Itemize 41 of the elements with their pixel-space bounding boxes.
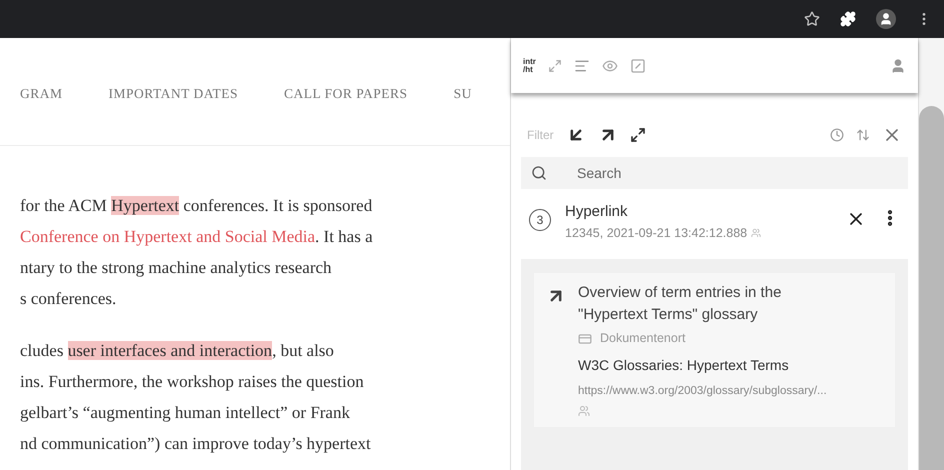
location-icon	[578, 332, 592, 346]
paragraph-line: ins. Furthermore, the workshop raises the question	[20, 371, 364, 394]
sort-icon[interactable]	[856, 128, 870, 142]
nav-link[interactable]: IMPORTANT DATES	[108, 84, 238, 104]
nav-link[interactable]: CALL FOR PAPERS	[284, 84, 408, 104]
entry-title[interactable]: Hyperlink	[565, 201, 762, 224]
user-icon[interactable]	[890, 58, 906, 74]
source-url[interactable]: https://www.w3.org/2003/glossary/subglossary/...	[578, 383, 838, 400]
profile-icon[interactable]	[876, 9, 896, 29]
paragraph-line: nd communication”) can improve today’s hypertext	[20, 433, 371, 456]
location-label: Dokumentenort	[600, 330, 686, 348]
paragraph-line: ntary to the strong machine analytics research	[20, 257, 332, 280]
users-icon	[578, 405, 590, 418]
paragraph-line: cludes user interfaces and interaction, but also	[20, 340, 334, 362]
users-icon	[751, 228, 762, 238]
bookmark-star-icon[interactable]	[804, 11, 820, 27]
clock-icon[interactable]	[830, 128, 844, 142]
paragraph-line: s conferences.	[20, 288, 116, 310]
source-title: W3C Glossaries: Hypertext Terms	[578, 356, 790, 375]
slashed-square-icon[interactable]	[630, 58, 646, 74]
scrollbar[interactable]	[918, 38, 944, 470]
nav-link[interactable]: SU	[454, 84, 472, 104]
entry-meta: 12345, 2021-09-21 13:42:12.888	[565, 224, 748, 242]
eye-icon[interactable]	[602, 58, 618, 74]
count-badge: 3	[529, 209, 551, 231]
search-field[interactable]: Search	[521, 157, 908, 189]
lines-icon[interactable]	[574, 58, 590, 74]
card-title: Overview of term entries in the "Hypertext Terms" glossary	[578, 283, 782, 326]
logo[interactable]: intr /ht	[523, 58, 536, 74]
puzzle-icon[interactable]	[840, 11, 856, 27]
nav-link[interactable]: GRAM	[20, 84, 63, 104]
paragraph-line: for the ACM Hypertext conferences. It is sponsored	[20, 195, 372, 218]
search-icon	[531, 165, 547, 181]
paragraph-line: gelbart’s “augmenting human intellect” or Frank	[20, 402, 350, 424]
filter-label: Filter	[527, 127, 554, 144]
both-arrows-icon[interactable]	[630, 127, 646, 143]
conference-link[interactable]: Conference on Hypertext and Social Media	[20, 227, 316, 246]
paragraph-line: Conference on Hypertext and Social Media. It has a	[20, 226, 373, 248]
diagonal-arrows-icon[interactable]	[548, 58, 562, 72]
link-card[interactable]: Overview of term entries in the "Hypertext Terms" glossary Dokumentenort W3C Glossaries: Hypertext Terms https://www.w3.org/2003/glossary/subglossary/...	[534, 273, 895, 428]
scrollbar-thumb[interactable]	[919, 106, 944, 470]
